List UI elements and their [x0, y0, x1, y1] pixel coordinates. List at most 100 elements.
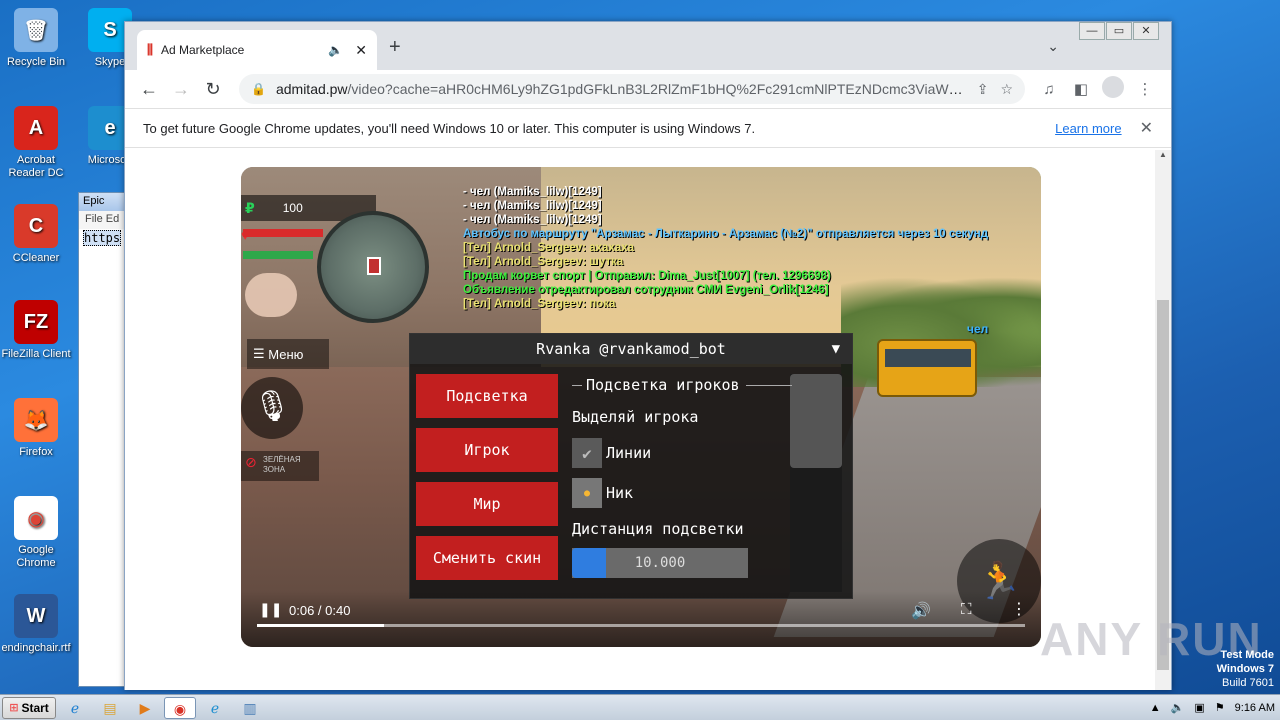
desktop-icon[interactable]: ◉ Google Chrome: [0, 496, 72, 570]
mod-menu-button: Игрок: [416, 428, 558, 472]
more-options-icon[interactable]: ⋮: [1011, 599, 1027, 619]
page-scrollbar[interactable]: ▲: [1155, 150, 1171, 690]
close-window-button[interactable]: ✕: [1133, 22, 1159, 40]
chrome-icon: ◉: [14, 496, 58, 540]
start-button[interactable]: ⊞ Start: [2, 696, 56, 719]
chat-line: - чел (Mamiks_lilw)[1249]: [463, 200, 602, 212]
notepad-window[interactable]: Epic File Ed https: [78, 192, 128, 687]
microphone-icon: 🎙: [241, 377, 303, 439]
mod-menu: Rvanka @rvankamod_bot ▼ Подсветка Игрок Ми…: [409, 333, 853, 599]
url-path: /video?cache=aHR0cHM6Ly9hZG1pdGFkLnB3L2R…: [347, 81, 965, 97]
share-icon[interactable]: ⇪: [977, 81, 989, 98]
desktop-icon-label: Firefox: [19, 446, 53, 458]
audio-playing-icon[interactable]: 🔈: [328, 43, 343, 57]
tray-speaker-icon[interactable]: 🔈: [1171, 701, 1185, 714]
taskbar-notepad-icon[interactable]: ▥: [234, 697, 266, 719]
video-controls: ❚❚ 0:06 / 0:40 🔊 ⛶ ⋮: [241, 591, 1041, 647]
url-domain: admitad.pw: [275, 81, 348, 97]
nick-check-icon: ●: [572, 478, 602, 508]
bookmark-star-icon[interactable]: ☆: [1000, 81, 1013, 98]
tray-expand-icon[interactable]: ▲: [1150, 702, 1161, 714]
mod-menu-scrollbar: [790, 374, 842, 468]
chat-line: [Тел] Arnold_Sergeev: пока: [463, 298, 616, 310]
video-time: 0:06 / 0:40: [289, 603, 351, 618]
lines-checkbox-row: ✔ Линии: [572, 438, 792, 468]
clock[interactable]: 9:16 AM: [1235, 702, 1275, 714]
notepad-title: Epic: [79, 193, 127, 211]
desktop-icon[interactable]: A Acrobat Reader DC: [0, 106, 72, 180]
tab-title: Ad Marketplace: [160, 43, 245, 57]
back-button[interactable]: ←: [135, 79, 163, 100]
taskbar-explorer-icon[interactable]: ▤: [94, 697, 126, 719]
update-infobar: To get future Google Chrome updates, you…: [125, 108, 1171, 148]
close-tab-icon[interactable]: ✕: [355, 42, 367, 59]
side-panel-icon[interactable]: ◧: [1065, 80, 1097, 98]
section-header: Подсветка игроков: [586, 376, 740, 394]
scroll-up-icon[interactable]: ▲: [1155, 150, 1171, 164]
taskbar-chrome-icon[interactable]: ◉: [164, 696, 196, 719]
chat-line: Объявление отредактировал сотрудник СМИ …: [463, 284, 829, 296]
desktop-icon[interactable]: C CCleaner: [0, 204, 72, 265]
chat-line: [Тел] Arnold_Sergeev: ахахаха: [463, 242, 635, 254]
game-chat: - чел (Mamiks_lilw)[1249] - чел (Mamiks_l…: [463, 185, 988, 311]
video-progress-bar[interactable]: [257, 624, 1025, 627]
tab-ad-marketplace[interactable]: ⫼ Ad Marketplace 🔈 ✕: [137, 30, 377, 70]
word-doc-icon: W: [14, 594, 58, 638]
media-control-icon[interactable]: ♫: [1033, 81, 1065, 98]
address-bar[interactable]: 🔒 admitad.pw/video?cache=aHR0cHM6Ly9hZG1…: [239, 74, 1025, 104]
desktop-icon-label: FileZilla Client: [1, 348, 71, 360]
video-player[interactable]: чел ₽ 100 ♥ ☰ Меню 🎙 ЗЕЛЁНАЯ ЗОНА - чел …: [241, 167, 1041, 647]
mod-menu-button: Мир: [416, 482, 558, 526]
forward-button[interactable]: →: [167, 79, 195, 100]
maximize-button[interactable]: ▭: [1106, 22, 1132, 40]
desktop-icon[interactable]: FZ FileZilla Client: [0, 300, 72, 361]
bus-image: [877, 339, 977, 397]
video-progress-fill: [257, 624, 384, 627]
browser-toolbar: ← → ↻ 🔒 admitad.pw/video?cache=aHR0cHM6L…: [125, 70, 1171, 108]
system-tray: ▲ 🔈 ▣ ⚑ 9:16 AM: [1145, 701, 1280, 715]
lines-check-icon: ✔: [572, 438, 602, 468]
kebab-menu-icon[interactable]: ⋮: [1129, 80, 1161, 98]
windows-flag-icon: ⊞: [9, 702, 19, 714]
new-tab-button[interactable]: +: [389, 36, 401, 59]
desktop-icon[interactable]: Wendingchair.rtf: [0, 594, 72, 655]
tab-strip: ⫼ Ad Marketplace 🔈 ✕ + ⌄ — ▭ ✕: [125, 22, 1171, 70]
minimize-button[interactable]: —: [1079, 22, 1105, 40]
chat-line: - чел (Mamiks_lilw)[1249]: [463, 214, 602, 226]
firefox-icon: 🦊: [14, 398, 58, 442]
pause-button[interactable]: ❚❚: [259, 601, 282, 618]
taskbar-media-player-icon[interactable]: ▶: [129, 697, 161, 719]
distance-slider: 10.000: [572, 548, 748, 578]
desktop-icon-label: Google Chrome: [16, 544, 56, 569]
game-menu-button: ☰ Меню: [247, 339, 329, 369]
notepad-menu[interactable]: File Ed: [79, 211, 127, 229]
chrome-window: ⫼ Ad Marketplace 🔈 ✕ + ⌄ — ▭ ✕ ← → ↻ 🔒 a…: [124, 21, 1172, 690]
ccleaner-icon: C: [14, 204, 58, 248]
taskbar-ie-icon[interactable]: ℯ: [59, 697, 91, 719]
option-label: Выделяй игрока: [572, 408, 699, 426]
close-infobar-icon[interactable]: ✕: [1140, 118, 1153, 138]
volume-icon[interactable]: 🔊: [911, 601, 931, 621]
learn-more-link[interactable]: Learn more: [1055, 121, 1121, 136]
tray-flag-icon[interactable]: ⚑: [1215, 701, 1225, 714]
chat-line: - чел (Mamiks_lilw)[1249]: [463, 186, 602, 198]
desktop-icon-label: Recycle Bin: [6, 56, 66, 68]
fullscreen-icon[interactable]: ⛶: [961, 601, 972, 618]
taskbar-edge-icon[interactable]: ℯ: [199, 697, 231, 719]
chat-line: Автобус по маршруту "Арзамас - Лыткарино…: [463, 228, 989, 240]
desktop-icon[interactable]: 🦊 Firefox: [0, 398, 72, 459]
desktop-icon-label: CCleaner: [12, 252, 60, 264]
lock-icon[interactable]: 🔒: [251, 82, 266, 96]
mod-menu-title: Rvanka @rvankamod_bot: [536, 340, 726, 358]
tab-search-chevron-icon[interactable]: ⌄: [1047, 38, 1059, 55]
nick-label: Ник: [606, 484, 634, 502]
lines-label: Линии: [606, 444, 652, 462]
desktop-icon[interactable]: 🗑 Recycle Bin: [0, 8, 72, 69]
ruble-icon: ₽: [245, 199, 255, 216]
tray-network-icon[interactable]: ▣: [1194, 701, 1204, 714]
player-marker-icon: [367, 257, 381, 275]
profile-avatar[interactable]: [1102, 76, 1124, 98]
reload-button[interactable]: ↻: [199, 79, 227, 100]
money-value: 100: [282, 201, 303, 215]
fist-icon: [245, 273, 297, 317]
